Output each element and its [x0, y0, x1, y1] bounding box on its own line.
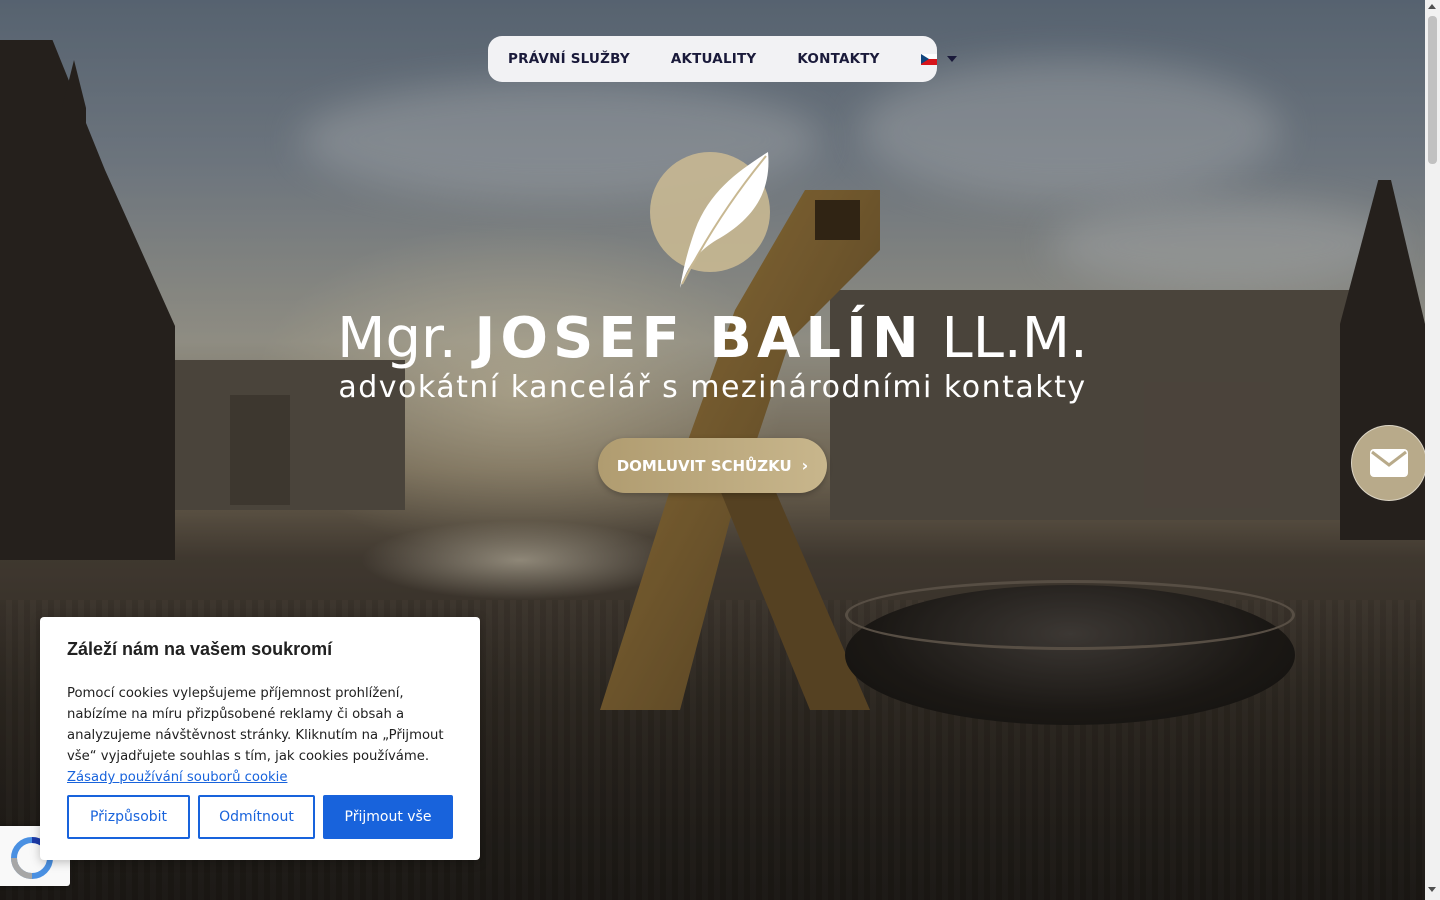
hero-subtitle: advokátní kancelář s mezinárodními konta… — [338, 370, 1087, 405]
chevron-right-icon: › — [801, 456, 809, 475]
customize-button[interactable]: Přizpůsobit — [67, 795, 190, 839]
cookie-text: Pomocí cookies vylepšujeme příjemnost pr… — [67, 683, 453, 788]
feather-logo-icon — [650, 152, 770, 288]
scroll-up-arrow-icon[interactable] — [1428, 4, 1436, 9]
cookie-buttons: Přizpůsobit Odmítnout Přijmout vše — [67, 795, 461, 839]
title-name: JOSEF BALÍN — [474, 306, 924, 371]
contact-mail-button[interactable] — [1351, 425, 1427, 501]
title-suffix: LL.M. — [941, 306, 1088, 371]
scroll-down-arrow-icon[interactable] — [1428, 887, 1436, 892]
main-nav: PRÁVNÍ SLUŽBY AKTUALITY KONTAKTY — [488, 36, 957, 82]
cookie-consent-dialog: Záleží nám na vašem soukromí Pomocí cook… — [40, 617, 480, 860]
czech-flag-icon — [920, 53, 937, 65]
cookie-title: Záleží nám na vašem soukromí — [67, 639, 333, 659]
scrollbar-thumb[interactable] — [1428, 16, 1437, 164]
caret-down-icon — [946, 56, 957, 62]
reject-button[interactable]: Odmítnout — [198, 795, 315, 839]
nav-item-pravni-sluzby[interactable]: PRÁVNÍ SLUŽBY — [508, 51, 630, 67]
envelope-icon — [1370, 449, 1408, 477]
accept-all-button[interactable]: Přijmout vše — [323, 795, 453, 839]
title-prefix: Mgr. — [337, 306, 457, 371]
book-meeting-button[interactable]: DOMLUVIT SCHŮZKU › — [598, 438, 827, 493]
nav-item-kontakty[interactable]: KONTAKTY — [797, 51, 879, 67]
page-scrollbar[interactable] — [1425, 0, 1440, 900]
language-switcher[interactable] — [920, 53, 957, 65]
book-meeting-label: DOMLUVIT SCHŮZKU — [616, 456, 792, 475]
cookie-policy-link[interactable]: Zásady používání souborů cookie — [67, 770, 287, 785]
hero-title: Mgr. JOSEF BALÍN LL.M. — [0, 306, 1425, 372]
cookie-description: Pomocí cookies vylepšujeme příjemnost pr… — [67, 686, 444, 764]
nav-item-aktuality[interactable]: AKTUALITY — [671, 51, 757, 67]
